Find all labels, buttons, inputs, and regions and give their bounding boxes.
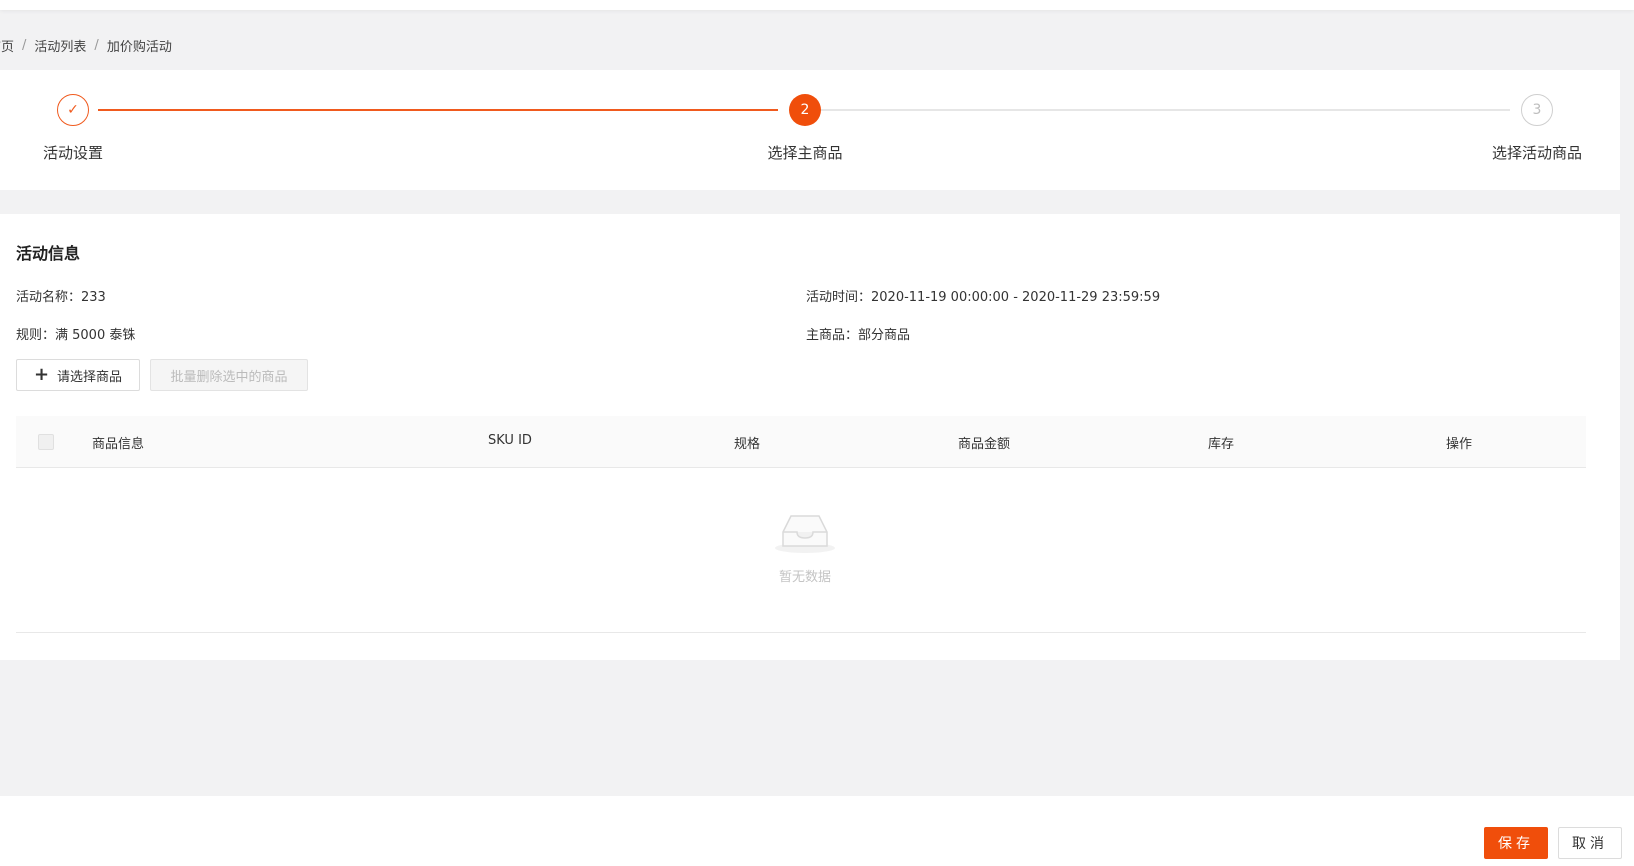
breadcrumb-current: 加价购活动 <box>106 39 172 55</box>
step-3-number: 3 <box>1521 94 1553 126</box>
column-stock: 库存 <box>1208 437 1235 452</box>
select-goods-button[interactable]: + 请选择商品 <box>16 359 140 391</box>
step-3-label: 选择活动商品 <box>1491 144 1583 162</box>
select-goods-label: 请选择商品 <box>57 369 123 385</box>
step-line-wait <box>820 109 1510 111</box>
column-actions: 操作 <box>1446 437 1473 452</box>
breadcrumb-separator: / <box>94 37 99 53</box>
save-button[interactable]: 保存 <box>1484 827 1548 859</box>
activity-name: 活动名称：233 <box>16 290 106 305</box>
footer-bar <box>0 796 1634 866</box>
breadcrumb-home[interactable]: 首页 <box>0 36 14 55</box>
plus-icon: + <box>33 364 50 385</box>
card-title: 活动信息 <box>16 244 81 263</box>
step-line-done <box>98 109 778 111</box>
table-bottom-border <box>16 632 1586 633</box>
breadcrumb-activity-list[interactable]: 活动列表 <box>34 36 86 55</box>
step-2-number: 2 <box>789 94 821 126</box>
top-bar <box>0 0 1634 10</box>
select-all-checkbox[interactable] <box>38 434 54 450</box>
breadcrumb: 首页 / 活动列表 / 加价购活动 <box>0 36 172 55</box>
column-sku-id: SKU ID <box>488 433 532 448</box>
activity-time: 活动时间：2020-11-19 00:00:00 - 2020-11-29 23… <box>806 290 1161 305</box>
activity-rule: 规则：满 5000 泰铢 <box>16 328 136 343</box>
column-spec: 规格 <box>734 437 761 452</box>
column-amount: 商品金额 <box>958 437 1011 452</box>
step-1-check-icon: ✓ <box>57 94 89 126</box>
column-goods-info: 商品信息 <box>92 437 145 452</box>
batch-delete-label: 批量删除选中的商品 <box>170 369 288 385</box>
step-2-label: 选择主商品 <box>767 144 843 162</box>
breadcrumb-separator: / <box>22 37 27 53</box>
step-1-label: 活动设置 <box>42 144 104 162</box>
table-header: 商品信息 SKU ID 规格 商品金额 库存 操作 <box>16 416 1586 468</box>
empty-inbox-icon <box>775 515 835 553</box>
empty-state: 暂无数据 <box>760 510 850 585</box>
batch-delete-button[interactable]: 批量删除选中的商品 <box>150 359 308 391</box>
steps-card <box>0 70 1620 190</box>
empty-text: 暂无数据 <box>778 570 831 585</box>
main-goods: 主商品：部分商品 <box>806 328 911 343</box>
cancel-button[interactable]: 取消 <box>1558 827 1622 859</box>
